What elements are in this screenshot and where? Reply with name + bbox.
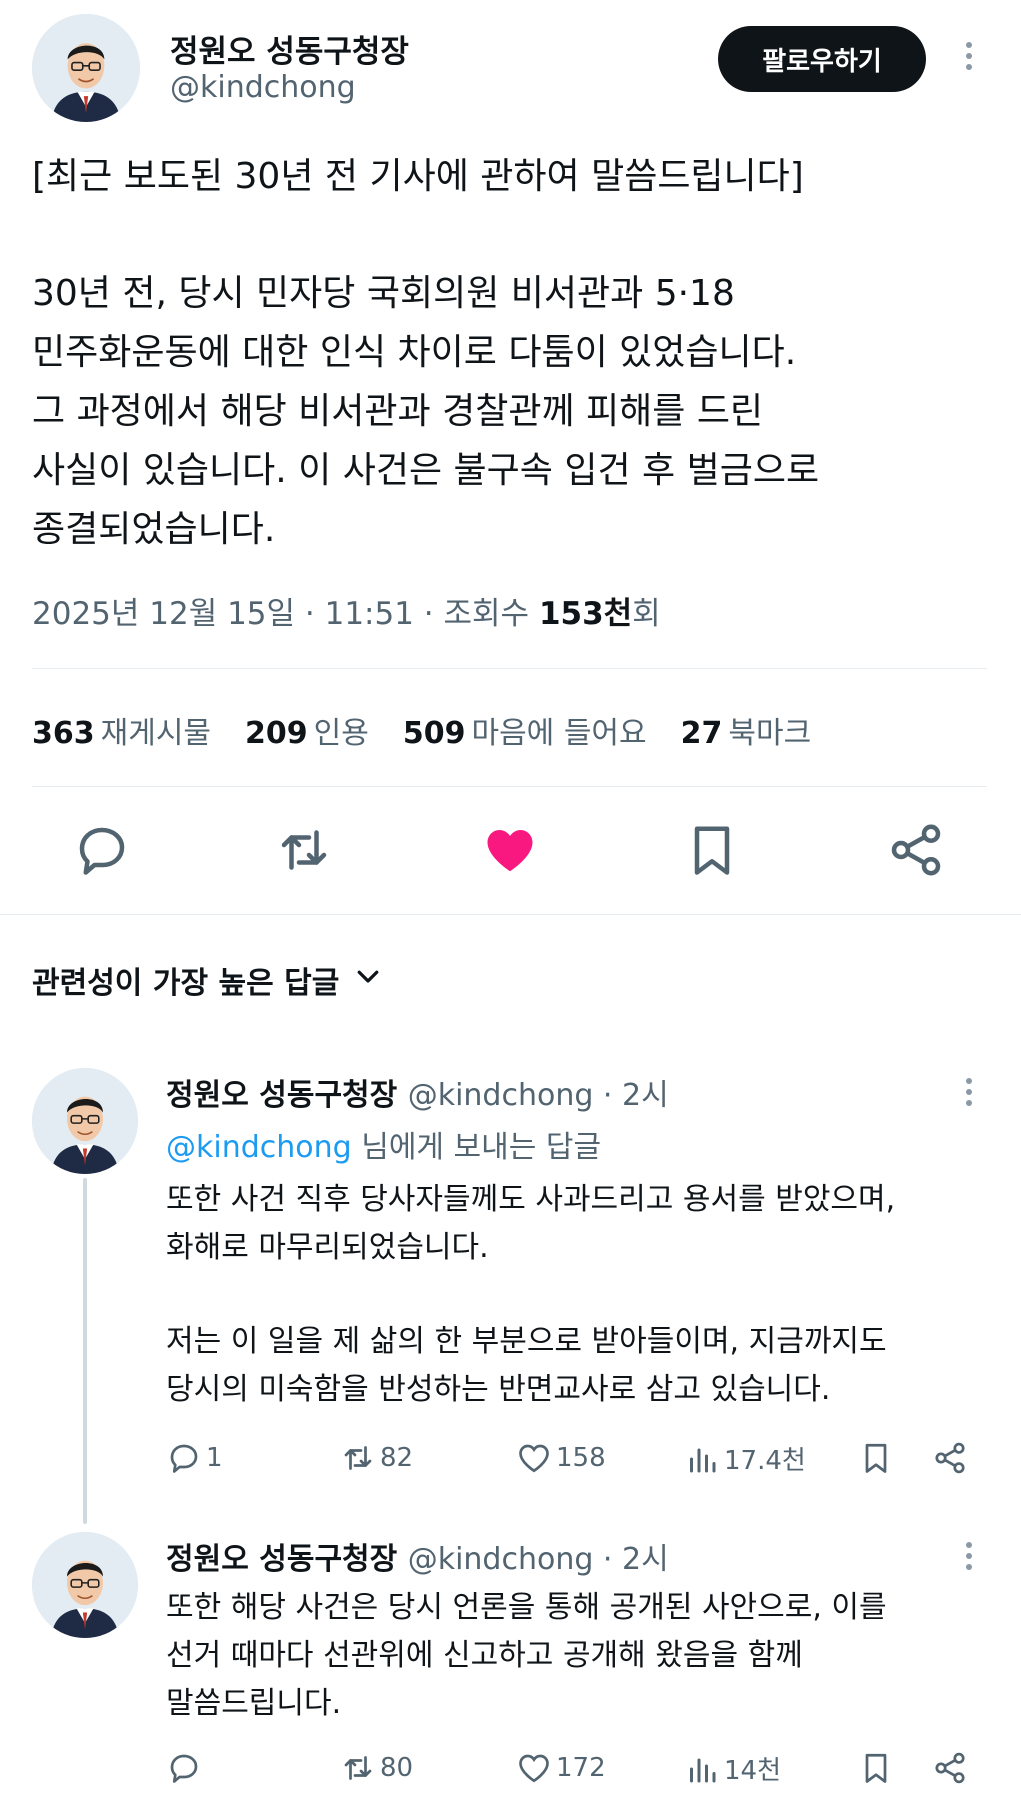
reply-count: 1: [206, 1443, 223, 1473]
bookmark-icon[interactable]: [682, 820, 742, 880]
reply-mention-link[interactable]: @kindchong: [166, 1130, 352, 1165]
stat-bookmarks[interactable]: 27 북마크: [681, 708, 812, 752]
reply-share-button[interactable]: [932, 1750, 968, 1786]
reply-views-button[interactable]: 17.4천: [684, 1440, 806, 1477]
section-divider: [0, 914, 1021, 915]
follow-button[interactable]: 팔로우하기: [718, 26, 926, 92]
reply-reply-button[interactable]: 1: [166, 1440, 223, 1476]
post-text-line: 사실이 있습니다. 이 사건은 불구속 입건 후 벌금으로: [32, 450, 820, 491]
post-text-line: 민주화운동에 대한 인식 차이로 다툼이 있었습니다.: [32, 332, 797, 373]
post-text-line: 종결되었습니다.: [32, 509, 276, 550]
like-count: 158: [556, 1443, 606, 1473]
divider: [32, 668, 987, 669]
thread-connector: [83, 1178, 87, 1524]
repost-count: 80: [380, 1753, 414, 1783]
reply-avatar[interactable]: [32, 1068, 138, 1174]
post-time[interactable]: 2025년 12월 15일 · 11:51 · 조회수: [32, 596, 539, 632]
reply-handle-time: @kindchong · 2시: [407, 1078, 669, 1113]
reply-text-line: 저는 이 일을 제 삶의 한 부분으로 받아들이며, 지금까지도: [166, 1324, 887, 1359]
stat-reposts[interactable]: 363 재게시물: [32, 708, 211, 752]
share-icon[interactable]: [886, 820, 946, 880]
reply-text-line: 당시의 미숙함을 반성하는 반면교사로 삼고 있습니다.: [166, 1372, 831, 1407]
reply-more-options-icon[interactable]: [966, 1542, 974, 1575]
post-text-line: 그 과정에서 해당 비서관과 경찰관께 피해를 드린: [32, 391, 764, 432]
reply-like-button[interactable]: 172: [516, 1750, 606, 1786]
reply-handle-time: @kindchong · 2시: [407, 1542, 669, 1577]
post-text-line: 30년 전, 당시 민자당 국회의원 비서관과 5·18: [32, 273, 735, 314]
view-count-suffix: 회: [632, 596, 661, 632]
reply-sort-selector[interactable]: 관련성이 가장 높은 답글: [32, 958, 383, 1002]
more-options-icon[interactable]: [966, 42, 974, 75]
reply-reply-button[interactable]: [166, 1750, 206, 1786]
divider: [32, 786, 987, 787]
reply-views-button[interactable]: 14천: [684, 1750, 781, 1787]
stat-likes[interactable]: 509 마음에 들어요: [403, 708, 647, 752]
reply-bookmark-button[interactable]: [858, 1440, 894, 1476]
view-count: 153천: [538, 596, 633, 632]
reply-author-name[interactable]: 정원오 성동구청장 @kindchong · 2시: [166, 1070, 669, 1114]
reply-text-line: 화해로 마무리되었습니다.: [166, 1230, 489, 1265]
reply-icon[interactable]: [72, 820, 132, 880]
repost-icon[interactable]: [274, 820, 334, 880]
reply-repost-button[interactable]: 80: [340, 1750, 413, 1786]
reply-repost-button[interactable]: 82: [340, 1440, 413, 1476]
reply-bookmark-button[interactable]: [858, 1750, 894, 1786]
like-icon[interactable]: [480, 820, 540, 880]
repost-count: 82: [380, 1443, 414, 1473]
stat-quotes[interactable]: 209 인용: [245, 708, 369, 752]
reply-more-options-icon[interactable]: [966, 1078, 974, 1111]
author-handle[interactable]: @kindchong: [170, 70, 356, 105]
reply-text-line: 말씀드립니다.: [166, 1686, 342, 1721]
engagement-stats: 363 재게시물 209 인용 509 마음에 들어요 27 북마크: [32, 708, 811, 752]
post-text-line: [최근 보도된 30년 전 기사에 관하여 말씀드립니다]: [32, 156, 804, 197]
reply-sort-label: 관련성이 가장 높은 답글: [32, 966, 340, 1001]
reply-text-line: 또한 해당 사건은 당시 언론을 통해 공개된 사안으로, 이를: [166, 1590, 887, 1625]
reply-author-name[interactable]: 정원오 성동구청장 @kindchong · 2시: [166, 1534, 669, 1578]
reply-like-button[interactable]: 158: [516, 1440, 606, 1476]
post-timestamp: 2025년 12월 15일 · 11:51 · 조회수 153천회: [32, 588, 661, 633]
reply-share-button[interactable]: [932, 1440, 968, 1476]
author-avatar[interactable]: [32, 14, 140, 122]
reply-text-line: 또한 사건 직후 당사자들께도 사과드리고 용서를 받았으며,: [166, 1182, 896, 1217]
views-count: 17.4천: [724, 1446, 806, 1476]
reply-text-line: 선거 때마다 선관위에 신고하고 공개해 왔음을 함께: [166, 1638, 803, 1673]
author-name[interactable]: 정원오 성동구청장: [170, 26, 409, 71]
like-count: 172: [556, 1753, 606, 1783]
reply-avatar[interactable]: [32, 1532, 138, 1638]
replying-to: @kindchong 님에게 보내는 답글: [166, 1130, 602, 1165]
views-count: 14천: [724, 1756, 782, 1786]
chevron-down-icon: [353, 961, 383, 999]
